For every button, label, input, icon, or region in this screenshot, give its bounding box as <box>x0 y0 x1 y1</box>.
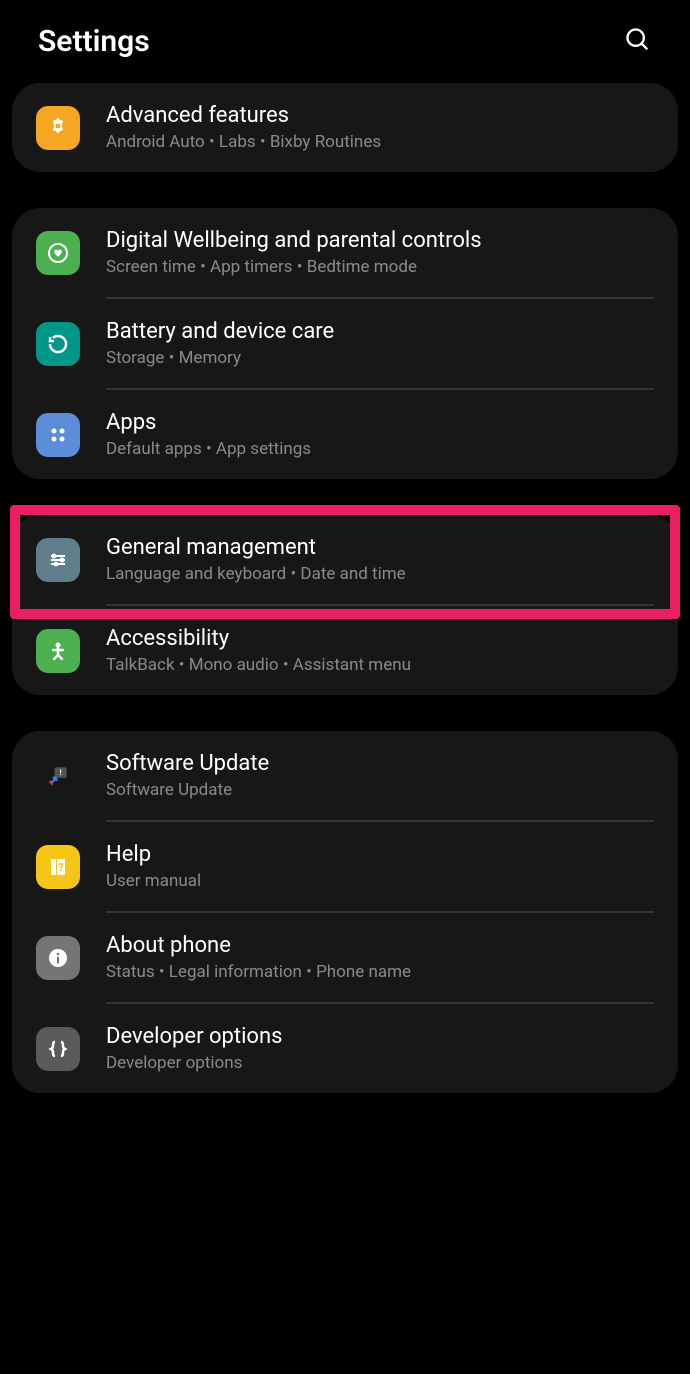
item-title: Apps <box>106 410 654 435</box>
item-content: Accessibility TalkBack • Mono audio • Ass… <box>106 626 654 675</box>
item-subtitle: TalkBack • Mono audio • Assistant menu <box>106 655 654 675</box>
item-subtitle: Storage • Memory <box>106 348 654 368</box>
item-subtitle: Developer options <box>106 1053 654 1073</box>
dots-grid-icon <box>36 413 80 457</box>
book-question-icon: ? <box>36 845 80 889</box>
item-content: General management Language and keyboard … <box>106 535 654 605</box>
item-content: Digital Wellbeing and parental controls S… <box>106 228 654 298</box>
page-title: Settings <box>38 24 150 59</box>
item-subtitle: Status • Legal information • Phone name <box>106 962 654 982</box>
settings-section: Advanced features Android Auto • Labs • B… <box>12 83 678 172</box>
item-title: Developer options <box>106 1024 654 1049</box>
item-title: Battery and device care <box>106 319 654 344</box>
settings-section: ! Software Update Software Update? Help User… <box>12 731 678 1093</box>
item-content: Advanced features Android Auto • Labs • B… <box>106 103 654 152</box>
settings-item-about-phone[interactable]: About phone Status • Legal information • … <box>12 913 678 1003</box>
settings-item-digital-wellbeing[interactable]: Digital Wellbeing and parental controls S… <box>12 208 678 298</box>
update-arrow-icon: ! <box>36 754 80 798</box>
svg-text:?: ? <box>58 861 64 874</box>
item-subtitle: Software Update <box>106 780 654 800</box>
item-title: About phone <box>106 933 654 958</box>
settings-section: Digital Wellbeing and parental controls S… <box>12 208 678 479</box>
refresh-circle-icon <box>36 322 80 366</box>
item-subtitle: User manual <box>106 871 654 891</box>
info-icon <box>36 936 80 980</box>
item-content: About phone Status • Legal information • … <box>106 933 654 1003</box>
item-title: General management <box>106 535 654 560</box>
item-subtitle: Screen time • App timers • Bedtime mode <box>106 257 654 277</box>
search-icon <box>624 26 652 54</box>
settings-item-developer-options[interactable]: Developer options Developer options <box>12 1004 678 1093</box>
settings-item-apps[interactable]: Apps Default apps • App settings <box>12 390 678 479</box>
item-content: Apps Default apps • App settings <box>106 410 654 459</box>
item-subtitle: Default apps • App settings <box>106 439 654 459</box>
person-icon <box>36 629 80 673</box>
item-title: Help <box>106 842 654 867</box>
braces-icon <box>36 1027 80 1071</box>
item-title: Digital Wellbeing and parental controls <box>106 228 654 253</box>
settings-section: General management Language and keyboard … <box>12 515 678 695</box>
sliders-icon <box>36 538 80 582</box>
settings-item-help[interactable]: ? Help User manual <box>12 822 678 912</box>
item-content: Developer options Developer options <box>106 1024 654 1073</box>
settings-item-battery-device-care[interactable]: Battery and device care Storage • Memory <box>12 299 678 389</box>
item-content: Software Update Software Update <box>106 751 654 821</box>
svg-text:!: ! <box>60 768 62 777</box>
gear-flower-icon <box>36 106 80 150</box>
item-subtitle: Android Auto • Labs • Bixby Routines <box>106 132 654 152</box>
item-subtitle: Language and keyboard • Date and time <box>106 564 654 584</box>
item-content: Battery and device care Storage • Memory <box>106 319 654 389</box>
heart-circle-icon <box>36 231 80 275</box>
item-title: Advanced features <box>106 103 654 128</box>
item-title: Software Update <box>106 751 654 776</box>
settings-item-software-update[interactable]: ! Software Update Software Update <box>12 731 678 821</box>
settings-item-accessibility[interactable]: Accessibility TalkBack • Mono audio • Ass… <box>12 606 678 695</box>
settings-item-general-management[interactable]: General management Language and keyboard … <box>12 515 678 605</box>
header: Settings <box>0 0 690 83</box>
item-title: Accessibility <box>106 626 654 651</box>
search-button[interactable] <box>624 26 652 58</box>
settings-item-advanced-features[interactable]: Advanced features Android Auto • Labs • B… <box>12 83 678 172</box>
item-content: Help User manual <box>106 842 654 912</box>
